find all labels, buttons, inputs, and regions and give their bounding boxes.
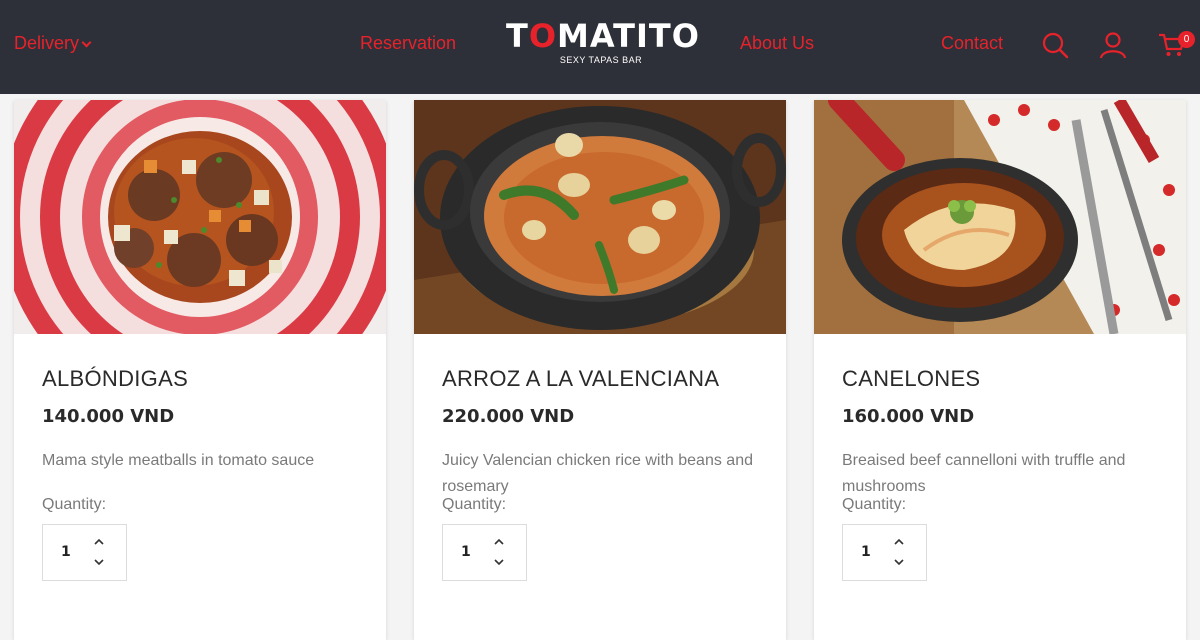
product-name: ALBÓNDIGAS <box>42 366 189 391</box>
product-price: 220.000 VND <box>442 406 575 427</box>
chevron-down-icon[interactable] <box>93 557 105 567</box>
chevron-up-icon[interactable] <box>893 537 905 547</box>
quantity-label: Quantity: <box>842 496 907 513</box>
quantity-stepper[interactable]: 1 <box>842 524 927 581</box>
nav-delivery-label: Delivery <box>14 33 80 53</box>
cart-count-badge: 0 <box>1178 31 1195 48</box>
site-logo[interactable]: TOMATITO SEXY TAPAS BAR <box>506 17 700 65</box>
product-name: ARROZ A LA VALENCIANA <box>442 366 720 391</box>
product-description: Mama style meatballs in tomato sauce <box>42 452 315 469</box>
chevron-up-icon[interactable] <box>93 537 105 547</box>
user-icon[interactable] <box>1098 30 1128 60</box>
product-description: Breaised beef cannelloni with truffle an… <box>842 452 1126 495</box>
nav-delivery[interactable]: Delivery <box>14 33 92 54</box>
logo-subtitle: SEXY TAPAS BAR <box>559 55 643 65</box>
quantity-stepper[interactable]: 1 <box>442 524 527 581</box>
quantity-label: Quantity: <box>42 496 107 513</box>
quantity-value[interactable]: 1 <box>461 544 471 560</box>
product-card: ALBÓNDIGAS 140.000 VND Mama style meatba… <box>14 100 386 640</box>
product-image[interactable] <box>414 100 786 334</box>
nav-reservation[interactable]: Reservation <box>360 33 456 54</box>
product-name: CANELONES <box>842 366 981 391</box>
product-description: Juicy Valencian chicken rice with beans … <box>442 452 753 495</box>
quantity-value[interactable]: 1 <box>861 544 871 560</box>
chevron-up-icon[interactable] <box>493 537 505 547</box>
logo-title: TOMATITO <box>506 17 700 55</box>
product-card: CANELONES 160.000 VND Breaised beef cann… <box>814 100 1186 640</box>
product-price: 140.000 VND <box>42 406 175 427</box>
product-card: ARROZ A LA VALENCIANA 220.000 VND Juicy … <box>414 100 786 640</box>
quantity-stepper[interactable]: 1 <box>42 524 127 581</box>
quantity-label: Quantity: <box>442 496 507 513</box>
chevron-down-icon <box>81 37 92 48</box>
quantity-value[interactable]: 1 <box>61 544 71 560</box>
chevron-down-icon[interactable] <box>493 557 505 567</box>
nav-about-us[interactable]: About Us <box>740 33 814 54</box>
chevron-down-icon[interactable] <box>893 557 905 567</box>
product-image[interactable] <box>814 100 1186 334</box>
nav-contact[interactable]: Contact <box>941 33 1003 54</box>
search-icon[interactable] <box>1040 30 1070 60</box>
product-image[interactable] <box>14 100 386 334</box>
site-header: Delivery Reservation TOMATITO SEXY TAPAS… <box>0 0 1200 94</box>
product-price: 160.000 VND <box>842 406 975 427</box>
